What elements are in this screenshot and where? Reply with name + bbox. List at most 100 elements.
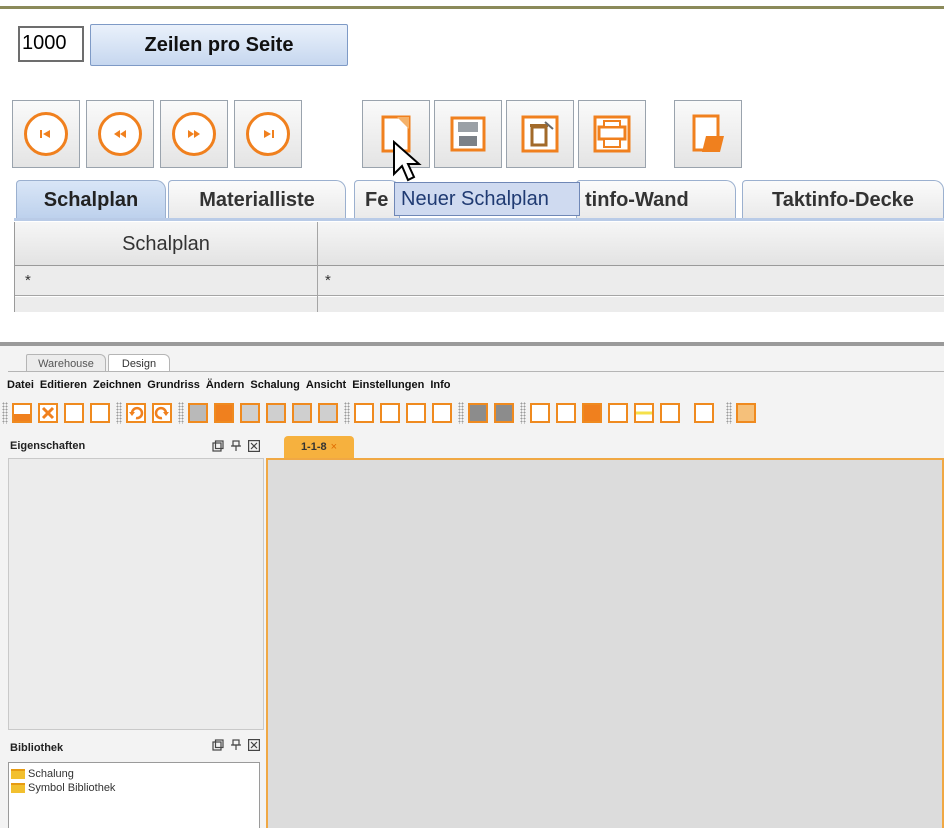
toolbar-grip xyxy=(344,402,350,424)
menu-aendern[interactable]: Ändern xyxy=(203,376,248,394)
menu-grundriss[interactable]: Grundriss xyxy=(144,376,203,394)
pin-icon[interactable] xyxy=(230,439,242,451)
window-icon[interactable] xyxy=(694,403,714,423)
menu-schalung[interactable]: Schalung xyxy=(247,376,303,394)
drawing-canvas[interactable] xyxy=(266,458,944,828)
filter-cell-1[interactable]: * xyxy=(25,272,31,289)
export-button[interactable] xyxy=(674,100,742,168)
save-icon xyxy=(450,116,486,152)
close-panel-icon[interactable] xyxy=(248,738,261,752)
previous-icon xyxy=(98,112,142,156)
menu-zeichnen[interactable]: Zeichnen xyxy=(90,376,144,394)
folder-icon xyxy=(11,782,25,793)
workspace-tabs-line xyxy=(8,371,944,372)
properties-header: Eigenschaften xyxy=(8,438,264,456)
document-tab-label: 1-1-8 xyxy=(300,441,327,453)
tree-item-label: Schalung xyxy=(28,767,74,780)
view-front-icon[interactable] xyxy=(214,403,234,423)
table-row[interactable] xyxy=(15,297,944,312)
tab-materialliste[interactable]: Materialliste xyxy=(168,180,346,220)
delete-button[interactable] xyxy=(506,100,574,168)
filter-cell-2[interactable]: * xyxy=(325,272,331,289)
tab-schalplan[interactable]: Schalplan xyxy=(16,180,166,220)
restore-icon[interactable] xyxy=(212,439,224,452)
last-page-button[interactable] xyxy=(234,100,302,168)
extra-icon[interactable] xyxy=(736,403,756,423)
column-header-schalplan[interactable]: Schalplan xyxy=(15,222,317,266)
toolbar-grip xyxy=(458,402,464,424)
elements-icon[interactable] xyxy=(582,403,602,423)
grid-icon[interactable] xyxy=(608,403,628,423)
view-iso-4-icon[interactable] xyxy=(318,403,338,423)
column-separator xyxy=(317,222,318,312)
zoom-out-icon[interactable] xyxy=(432,403,452,423)
table-row[interactable]: * * xyxy=(15,266,944,296)
table-header: Schalplan xyxy=(15,222,944,266)
rows-per-page-input[interactable]: 1000 xyxy=(18,26,84,62)
undo-icon[interactable] xyxy=(126,403,146,423)
view-iso-2-icon[interactable] xyxy=(266,403,286,423)
tab-design[interactable]: Design xyxy=(108,354,170,372)
view-iso-3-icon[interactable] xyxy=(292,403,312,423)
close-tab-icon[interactable]: × xyxy=(331,441,337,453)
print-button[interactable] xyxy=(578,100,646,168)
measure-angle-icon[interactable] xyxy=(660,403,680,423)
schalplan-panel: 1000 Zeilen pro Seite Schalplan Material… xyxy=(0,0,944,312)
first-page-button[interactable] xyxy=(12,100,80,168)
library-tree: Schalung Symbol Bibliothek xyxy=(8,762,260,828)
new-file-icon[interactable] xyxy=(12,403,32,423)
preview-icon[interactable] xyxy=(90,403,110,423)
tree-item-label: Symbol Bibliothek xyxy=(28,781,116,794)
design-window: Warehouse Design Datei Editieren Zeichne… xyxy=(0,342,944,828)
menu-editieren[interactable]: Editieren xyxy=(37,376,90,394)
restore-icon[interactable] xyxy=(212,738,224,751)
tooltip: Neuer Schalplan xyxy=(394,182,580,216)
top-divider xyxy=(0,6,944,9)
tree-item-symbol-bibliothek[interactable]: Symbol Bibliothek xyxy=(11,781,115,794)
print-icon xyxy=(593,115,631,153)
menu-bar: Datei Editieren Zeichnen Grundriss Änder… xyxy=(0,376,944,394)
rows-per-page-button[interactable]: Zeilen pro Seite xyxy=(90,24,348,66)
tree-item-schalung[interactable]: Schalung xyxy=(11,767,74,780)
print-icon[interactable] xyxy=(64,403,84,423)
document-tab[interactable]: 1-1-8 × xyxy=(284,436,354,458)
save-button[interactable] xyxy=(434,100,502,168)
menu-einstellungen[interactable]: Einstellungen xyxy=(349,376,427,394)
menu-datei[interactable]: Datei xyxy=(4,376,37,394)
main-toolbar xyxy=(0,398,944,428)
level-icon[interactable] xyxy=(634,403,654,423)
toolbar-grip xyxy=(116,402,122,424)
zoom-in-icon[interactable] xyxy=(406,403,426,423)
column-header-second[interactable] xyxy=(318,222,944,266)
pin-icon[interactable] xyxy=(230,738,242,750)
previous-page-button[interactable] xyxy=(86,100,154,168)
folder-icon xyxy=(11,768,25,779)
view-3d-icon[interactable] xyxy=(188,403,208,423)
split-view-icon[interactable] xyxy=(494,403,514,423)
cad-icon[interactable] xyxy=(556,403,576,423)
tab-underline xyxy=(14,218,944,221)
view-iso-1-icon[interactable] xyxy=(240,403,260,423)
library-title: Bibliothek xyxy=(10,742,64,754)
properties-title: Eigenschaften xyxy=(10,440,86,452)
zoom-icon[interactable] xyxy=(354,403,374,423)
toolbar-grip xyxy=(726,402,732,424)
toolbar-grip xyxy=(178,402,184,424)
close-panel-icon[interactable] xyxy=(248,439,261,453)
menu-ansicht[interactable]: Ansicht xyxy=(303,376,349,394)
redo-icon[interactable] xyxy=(152,403,172,423)
zoom-window-icon[interactable] xyxy=(380,403,400,423)
menu-info[interactable]: Info xyxy=(427,376,453,394)
last-icon xyxy=(246,112,290,156)
mouse-cursor-icon xyxy=(393,140,422,182)
layer-icon[interactable] xyxy=(468,403,488,423)
tab-taktinfo-decke[interactable]: Taktinfo-Decke xyxy=(742,180,944,220)
export-icon xyxy=(692,114,724,152)
list-icon[interactable] xyxy=(530,403,550,423)
library-header: Bibliothek xyxy=(8,734,264,758)
next-page-button[interactable] xyxy=(160,100,228,168)
close-icon[interactable] xyxy=(38,403,58,423)
tab-taktinfo-wand[interactable]: tinfo-Wand xyxy=(576,180,736,220)
tab-warehouse[interactable]: Warehouse xyxy=(26,354,106,372)
toolbar-grip xyxy=(520,402,526,424)
